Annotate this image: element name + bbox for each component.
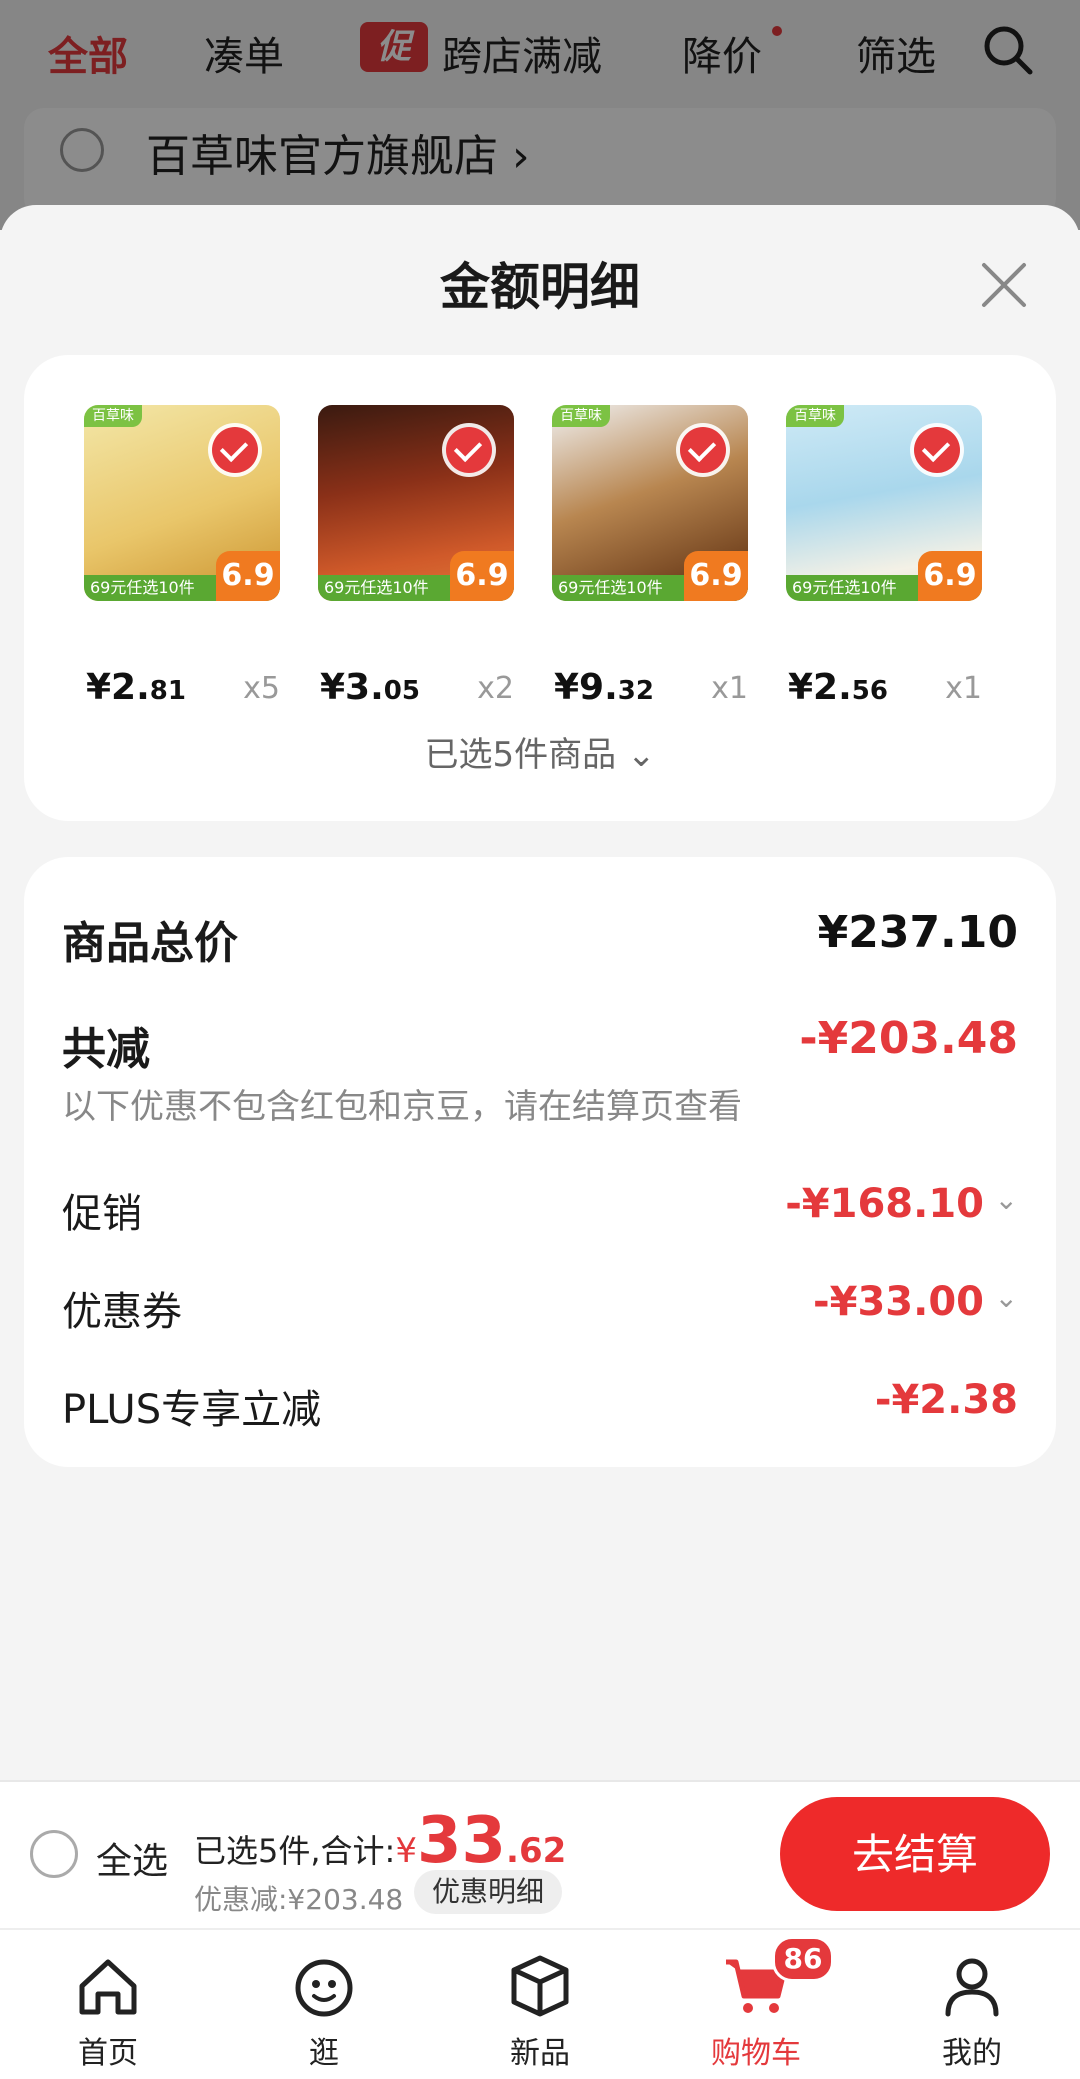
quantity: x2 [477,671,514,706]
tab-label: 首页 [78,2036,138,2071]
tab-me[interactable]: 我的 [902,1950,1042,2072]
checkout-button[interactable]: 去结算 [780,1797,1050,1911]
dim-overlay[interactable] [0,0,1080,230]
unit-price: ¥9.32 [554,667,654,708]
selected-products-card: 百草味 69元任选10件 6.9 ¥2.81 x5 69元任选10件 6.9 ¥… [24,355,1056,821]
tab-label: 我的 [942,2036,1002,2071]
sheet-title: 金额明细 [440,258,640,316]
discount-total: 优惠减:¥203.48 [194,1883,404,1916]
select-all-radio[interactable] [30,1830,78,1878]
chevron-down-icon[interactable]: ⌄ [995,1281,1018,1314]
product-thumbnail[interactable]: 百草味 69元任选10件 6.9 [786,405,982,601]
total-decimal: .62 [506,1831,567,1871]
price-row: ¥9.32 x1 [552,667,748,717]
product-thumbnail[interactable]: 百草味 69元任选10件 6.9 [84,405,280,601]
coupon-row[interactable]: 优惠券 -¥33.00 ⌄ [62,1279,1018,1339]
coupon-label: 优惠券 [62,1289,182,1335]
selected-check-icon[interactable] [446,427,492,473]
cart-count-badge: 86 [772,1936,834,1982]
tab-label: 逛 [309,2036,339,2071]
price-badge: 6.9 [216,551,280,601]
total-reduction-value: -¥203.48 [799,1013,1018,1064]
tab-home[interactable]: 首页 [38,1950,178,2072]
promotion-label: 促销 [62,1191,142,1237]
unit-price: ¥3.05 [320,667,420,708]
product-item[interactable]: 百草味 69元任选10件 6.9 ¥2.81 x5 [84,405,280,708]
box-icon [511,1955,569,2017]
promotion-row[interactable]: 促销 -¥168.10 ⌄ [62,1181,1018,1241]
price-row: ¥2.81 x5 [84,667,280,717]
discount-detail-button[interactable]: 优惠明细 [414,1870,563,1914]
select-all-label[interactable]: 全选 [96,1832,168,1884]
total-price-value: ¥237.10 [817,907,1018,958]
amount-detail-sheet: 金额明细 百草味 69元任选10件 6.9 ¥2.81 x5 69元任选10件 … [0,205,1080,1780]
amount-summary-card: 商品总价 ¥237.10 共减 -¥203.48 以下优惠不包含红包和京豆，请在… [24,857,1056,1467]
price-badge: 6.9 [918,551,982,601]
discount-note: 以下优惠不包含红包和京豆，请在结算页查看 [62,1087,742,1127]
product-thumbnail[interactable]: 69元任选10件 6.9 [318,405,514,601]
product-item[interactable]: 69元任选10件 6.9 ¥3.05 x2 [318,405,514,708]
brand-label: 百草味 [84,405,142,427]
unit-price: ¥2.81 [86,667,186,708]
total-price-label: 商品总价 [62,918,238,969]
selected-check-icon[interactable] [680,427,726,473]
selected-check-icon[interactable] [212,427,258,473]
total-summary: 已选5件,合计:¥33.62 [194,1804,566,1878]
close-icon[interactable] [976,257,1032,313]
price-row: ¥2.56 x1 [786,667,982,717]
price-badge: 6.9 [684,551,748,601]
total-reduction-label: 共减 [62,1024,150,1075]
product-item[interactable]: 百草味 69元任选10件 6.9 ¥2.56 x1 [786,405,982,708]
brand-label: 百草味 [552,405,610,427]
plus-discount-label: PLUS专享立减 [62,1387,322,1433]
selected-check-icon[interactable] [914,427,960,473]
unit-price: ¥2.56 [788,667,888,708]
tab-label: 新品 [510,2036,570,2071]
price-badge: 6.9 [450,551,514,601]
tab-browse[interactable]: 逛 [254,1950,394,2072]
promotion-value: -¥168.10 [785,1181,984,1227]
total-integer: 33 [416,1804,507,1878]
chevron-down-icon[interactable]: ⌄ [995,1183,1018,1216]
cart-page-background: 全部 凑单 促 跨店满减 降价 筛选 百草味官方旗舰店 › [0,0,1080,230]
product-thumbnail[interactable]: 百草味 69元任选10件 6.9 [552,405,748,601]
plus-discount-value: -¥2.38 [874,1377,1018,1423]
selected-count-toggle[interactable]: 已选5件商品 ⌄ [24,727,1056,776]
tab-label: 购物车 [711,2036,801,2071]
face-icon [295,1959,353,2017]
person-icon [945,1958,999,2017]
quantity: x5 [243,671,280,706]
bottom-tab-bar: 首页 逛 新品 购物车 86 我的 [0,1928,1080,2079]
home-icon [79,1959,137,2015]
tab-new-products[interactable]: 新品 [470,1950,610,2072]
total-price-row: 商品总价 ¥237.10 [62,907,1018,969]
checkout-bar: 全选 已选5件,合计:¥33.62 优惠减:¥203.48 优惠明细 去结算 [0,1780,1080,1930]
brand-label: 百草味 [786,405,844,427]
quantity: x1 [945,671,982,706]
total-prefix: 已选5件,合计: [194,1832,396,1870]
total-reduction-row: 共减 -¥203.48 [62,1013,1018,1075]
product-item[interactable]: 百草味 69元任选10件 6.9 ¥9.32 x1 [552,405,748,708]
coupon-value: -¥33.00 [813,1279,984,1325]
price-row: ¥3.05 x2 [318,667,514,717]
quantity: x1 [711,671,748,706]
plus-discount-row: PLUS专享立减 -¥2.38 [62,1377,1018,1437]
currency-symbol: ¥ [395,1831,417,1871]
